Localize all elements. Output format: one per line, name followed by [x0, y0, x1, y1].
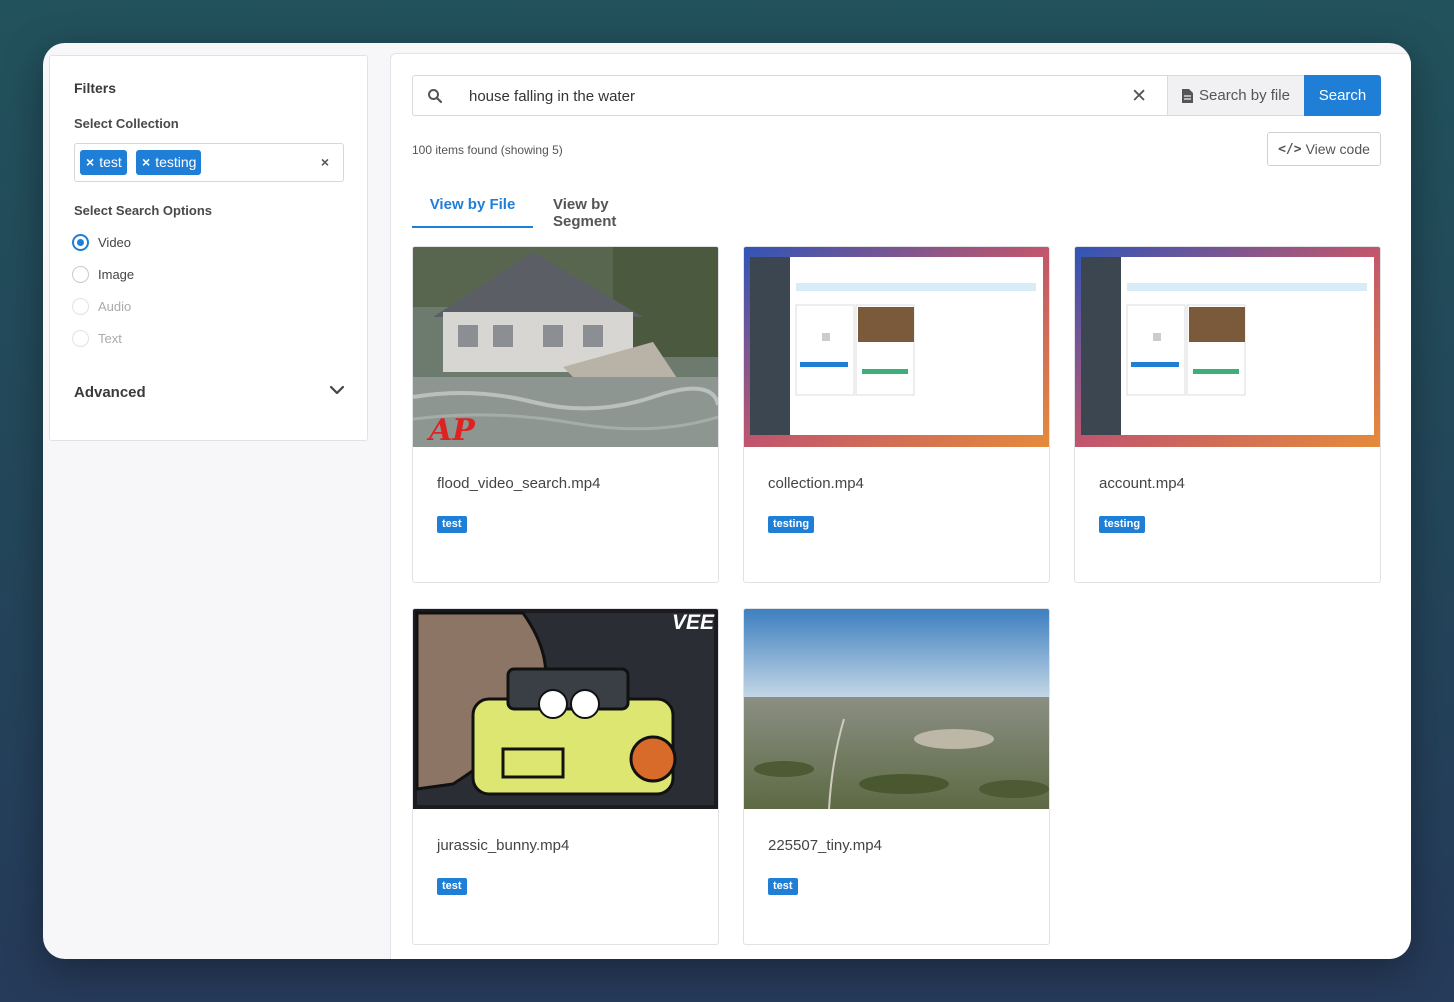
card-title: account.mp4 [1099, 475, 1185, 492]
search-by-file-button[interactable]: Search by file [1167, 75, 1305, 116]
clear-search-icon[interactable]: ✕ [1131, 85, 1147, 108]
chip-remove-icon[interactable]: × [142, 154, 150, 170]
video-thumbnail[interactable]: AP [413, 247, 718, 447]
card-title: 225507_tiny.mp4 [768, 837, 882, 854]
select-collection-label: Select Collection [74, 116, 179, 131]
advanced-toggle[interactable]: Advanced [74, 384, 146, 401]
vee-logo: VEE [671, 611, 714, 634]
collection-badge: test [437, 516, 467, 533]
app-window: Filters Select Collection × test × testing… [43, 43, 1411, 959]
results-count: 100 items found (showing 5) [412, 143, 563, 157]
filters-panel: Filters Select Collection × test × testing… [49, 55, 368, 441]
option-image[interactable]: Image [72, 264, 134, 284]
clear-collections-icon[interactable]: × [321, 154, 329, 170]
radio-checked-icon[interactable] [72, 233, 89, 251]
card-title: collection.mp4 [768, 475, 864, 492]
collection-badge: test [768, 878, 798, 895]
result-card[interactable]: account.mp4 testing [1074, 246, 1381, 583]
option-text: Text [72, 328, 122, 348]
radio-disabled-icon [72, 329, 89, 347]
video-thumbnail[interactable] [1075, 247, 1380, 447]
result-card[interactable]: AP flood_video_search.mp4 test [412, 246, 719, 583]
collection-chip-test[interactable]: × test [80, 150, 127, 175]
collection-badge: test [437, 878, 467, 895]
video-thumbnail[interactable]: VEE [413, 609, 718, 809]
option-video[interactable]: Video [72, 232, 131, 252]
result-card[interactable]: VEE jurassic_bunny.mp4 test [412, 608, 719, 945]
tab-view-by-segment[interactable]: View by Segment [553, 184, 673, 230]
video-thumbnail[interactable] [744, 247, 1049, 447]
filters-title: Filters [74, 80, 117, 96]
chevron-down-icon[interactable] [329, 382, 345, 398]
chip-remove-icon[interactable]: × [86, 154, 94, 170]
collection-badge: testing [768, 516, 815, 533]
ap-logo: AP [429, 413, 475, 447]
view-tabs: View by File View by Segment [412, 184, 1381, 230]
file-icon [1182, 88, 1194, 103]
option-audio: Audio [72, 296, 131, 316]
code-icon: </> [1278, 141, 1302, 157]
result-card[interactable]: 225507_tiny.mp4 test [743, 608, 1050, 945]
radio-disabled-icon [72, 297, 89, 315]
search-options-label: Select Search Options [74, 203, 212, 218]
main-panel: house falling in the water ✕ Search by f… [390, 53, 1411, 959]
tab-view-by-file[interactable]: View by File [412, 184, 533, 228]
search-icon [428, 89, 443, 104]
search-input[interactable]: house falling in the water ✕ [412, 75, 1168, 116]
result-card[interactable]: collection.mp4 testing [743, 246, 1050, 583]
card-title: jurassic_bunny.mp4 [437, 837, 570, 854]
collection-multiselect[interactable]: × test × testing × [74, 143, 344, 182]
video-thumbnail[interactable] [744, 609, 1049, 809]
search-query[interactable]: house falling in the water [469, 88, 635, 105]
collection-badge: testing [1099, 516, 1146, 533]
radio-icon[interactable] [72, 265, 89, 283]
view-code-button[interactable]: </> View code [1267, 132, 1381, 166]
collection-chip-testing[interactable]: × testing [136, 150, 202, 175]
search-button[interactable]: Search [1304, 75, 1381, 116]
card-title: flood_video_search.mp4 [437, 475, 601, 492]
